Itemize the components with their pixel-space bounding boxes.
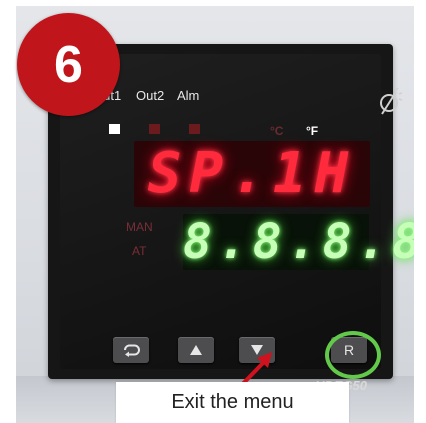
out2-led xyxy=(149,124,160,134)
brand-logo-icon xyxy=(380,88,402,115)
celsius-indicator: °C xyxy=(270,124,284,138)
indicator-label-alm: Alm xyxy=(177,88,200,103)
up-button[interactable] xyxy=(178,337,214,363)
up-arrow-icon xyxy=(190,345,202,355)
callout-box: Exit the menu xyxy=(116,382,349,423)
process-value-display: SP.1H xyxy=(134,141,370,207)
setpoint-value-display: 8.8.8.8 xyxy=(183,214,414,270)
at-label: AT xyxy=(132,244,147,258)
process-value-text: SP.1H xyxy=(147,141,357,206)
out1-led xyxy=(109,124,120,134)
fahrenheit-indicator: °F xyxy=(306,124,319,138)
down-button[interactable] xyxy=(239,337,275,363)
reset-highlight-ring xyxy=(325,331,381,379)
alm-led xyxy=(189,124,200,134)
down-arrow-icon xyxy=(251,345,263,355)
step-number: 6 xyxy=(54,35,83,94)
callout-text: Exit the menu xyxy=(171,391,294,413)
man-label: MAN xyxy=(126,220,153,234)
setpoint-value-text: 8.8.8.8 xyxy=(183,214,414,270)
cycle-button[interactable] xyxy=(113,337,149,363)
indicator-label-out2: Out2 xyxy=(136,88,165,103)
cycle-icon xyxy=(124,344,140,357)
step-badge: 6 xyxy=(17,13,120,116)
